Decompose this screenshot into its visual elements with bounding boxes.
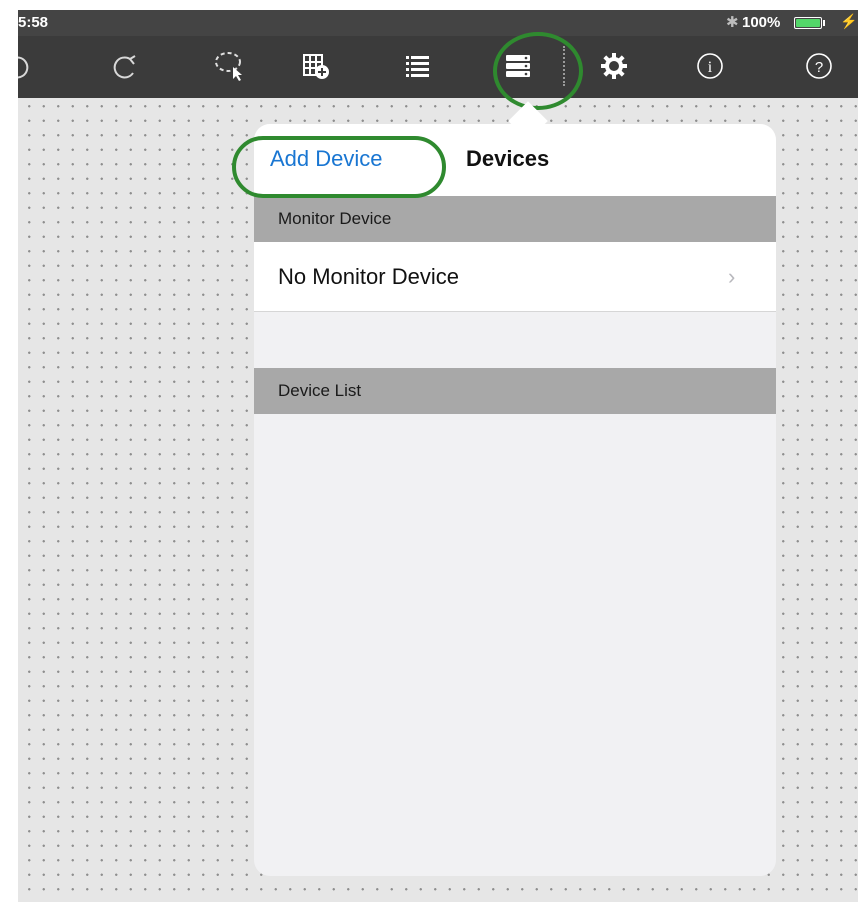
list-icon [406,56,429,77]
monitor-section-label: Monitor Device [278,209,392,228]
lasso-select-icon [215,52,242,81]
devices-popover: Add Device Devices Monitor Device No Mon… [254,124,776,876]
gear-icon [601,53,627,79]
list-button[interactable] [397,46,437,86]
help-button[interactable]: ? [799,46,839,86]
bluetooth-icon: ✱ [726,14,739,31]
settings-button[interactable] [594,46,634,86]
info-button[interactable]: i [690,46,730,86]
monitor-device-label: No Monitor Device [278,264,459,289]
app-screen: 5:58 ✱ 100% ⚡ i ? Add Device Devices Mon… [18,10,858,902]
help-icon: ? [806,53,832,79]
redo-icon [113,55,136,79]
monitor-device-row[interactable]: No Monitor Device › [254,242,776,312]
undo-icon [18,56,29,79]
info-icon: i [697,53,723,79]
battery-icon [794,17,822,29]
battery-percent: 100% [742,14,781,31]
grid-add-icon [303,54,329,79]
redo-button[interactable] [106,46,146,86]
battery-fill [796,19,820,27]
svg-text:?: ? [815,59,823,76]
device-list-section-label: Device List [278,381,362,400]
lasso-select-button[interactable] [210,46,250,86]
device-list-section-header: Device List [254,368,776,414]
toolbar: i ? [18,36,858,98]
add-device-button[interactable]: Add Device [270,146,383,172]
svg-text:i: i [708,59,713,76]
status-bar: 5:58 ✱ 100% ⚡ [18,10,858,36]
popover-header: Add Device Devices [254,124,776,196]
devices-button[interactable] [498,46,538,86]
devices-stack-icon [506,55,530,77]
undo-button[interactable] [18,46,36,86]
status-time: 5:58 [18,14,49,31]
charging-bolt-icon: ⚡ [840,13,858,29]
battery-tip [823,20,825,26]
monitor-section-header: Monitor Device [254,196,776,242]
popover-title: Devices [466,146,550,171]
add-object-button[interactable] [296,46,336,86]
chevron-right-icon: › [728,264,736,289]
toolbar-separator [563,46,565,86]
